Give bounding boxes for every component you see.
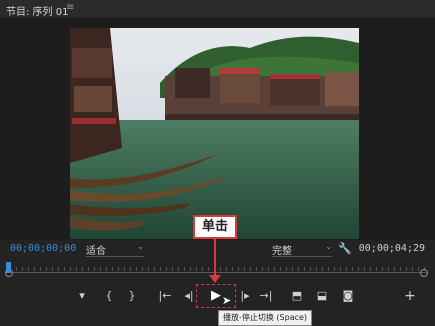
playhead[interactable] xyxy=(6,262,11,273)
duration-timecode: 00;00;04;29 xyxy=(358,243,425,254)
video-preview-image xyxy=(70,28,359,239)
goto-in-icon[interactable]: |← xyxy=(157,288,173,304)
current-timecode[interactable]: 00;00;00;00 xyxy=(10,243,76,254)
transport-controls: ▾ { } |← ◂| ▶ |▸ →| ⬒ ⬓ ◙ + xyxy=(0,284,435,310)
mark-out-button[interactable]: } xyxy=(127,288,137,304)
chevron-down-icon: ⌄ xyxy=(325,242,332,251)
lift-icon[interactable]: ⬒ xyxy=(289,288,305,304)
extract-icon[interactable]: ⬓ xyxy=(314,288,330,304)
chevron-down-icon: ⌄ xyxy=(137,242,144,251)
fit-dropdown-value: 适合 xyxy=(86,246,106,257)
zoom-handle-right[interactable] xyxy=(420,269,428,277)
playback-resolution-dropdown[interactable]: 完整 ⌄ xyxy=(272,242,332,257)
annotation-arrow xyxy=(214,239,216,279)
resolution-dropdown-value: 完整 xyxy=(272,246,292,257)
step-forward-icon[interactable]: |▸ xyxy=(238,288,252,304)
annotation-arrow-head xyxy=(209,275,221,283)
step-back-icon[interactable]: ◂| xyxy=(182,288,196,304)
camera-icon[interactable]: ◙ xyxy=(341,288,355,304)
add-button[interactable]: + xyxy=(404,288,416,304)
video-frame xyxy=(70,28,359,239)
mouse-cursor-icon: ➤ xyxy=(222,294,232,307)
ruler-track xyxy=(6,272,428,273)
fit-dropdown[interactable]: 适合 ⌄ xyxy=(86,242,144,257)
panel-title[interactable]: 节目: 序列 01 xyxy=(6,3,68,18)
hamburger-icon[interactable]: ≡ xyxy=(66,2,74,13)
marker-icon[interactable]: ▾ xyxy=(76,288,88,304)
ruler-ticks xyxy=(10,267,426,271)
play-tooltip: 播放-停止切换 (Space) xyxy=(218,310,313,326)
mark-in-button[interactable]: { xyxy=(104,288,114,304)
settings-wrench-icon[interactable]: 🔧 xyxy=(338,242,352,255)
panel-tab-bar: 节目: 序列 01 ≡ xyxy=(0,0,435,19)
click-annotation: 单击 xyxy=(193,215,237,239)
goto-out-icon[interactable]: →| xyxy=(258,288,274,304)
time-ruler[interactable] xyxy=(5,262,428,277)
